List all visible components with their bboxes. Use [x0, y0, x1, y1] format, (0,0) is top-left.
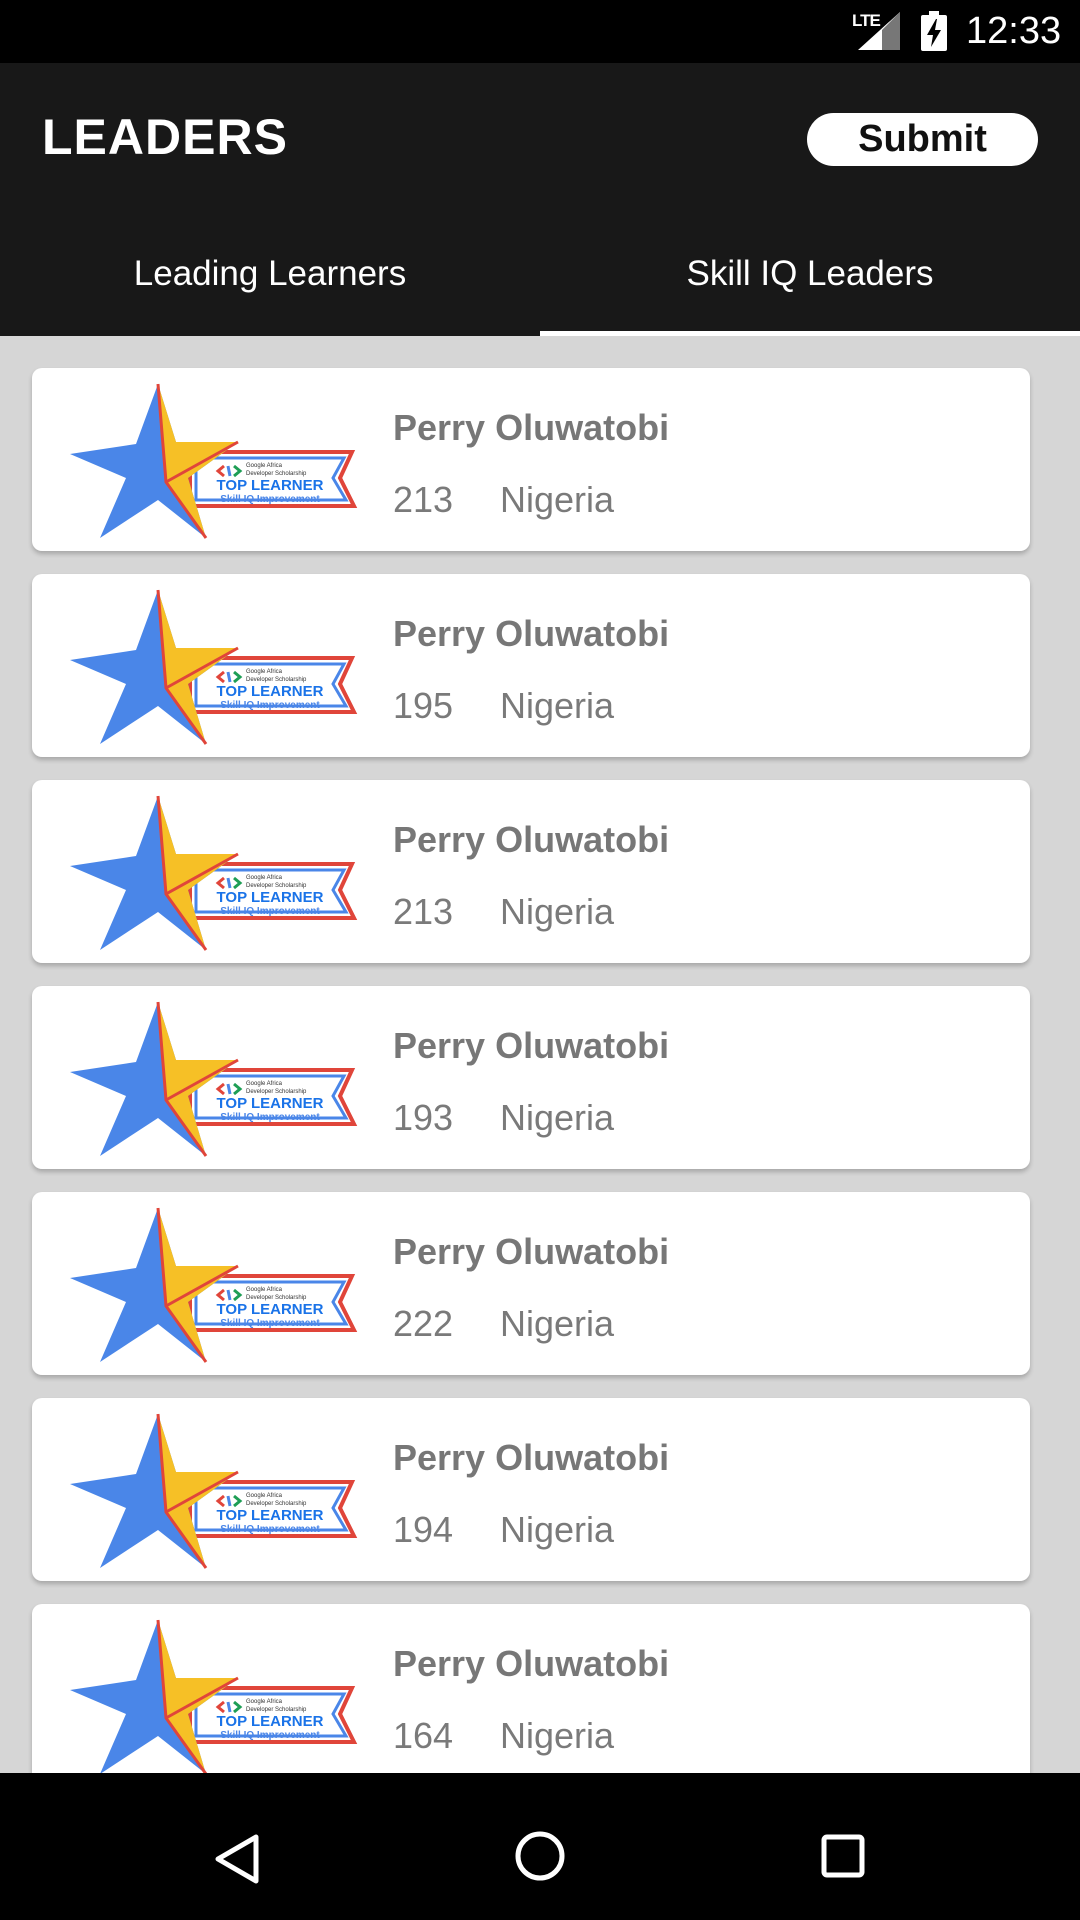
top-learner-badge-icon: Google Africa Developer Scholarship TOP …: [70, 383, 358, 539]
svg-text:Google Africa: Google Africa: [246, 1081, 283, 1087]
svg-text:Google Africa: Google Africa: [246, 875, 283, 881]
submit-button[interactable]: Submit: [807, 113, 1038, 166]
recents-icon[interactable]: [821, 1834, 865, 1878]
top-learner-badge-icon: Google Africa Developer Scholarship TOP …: [70, 1001, 358, 1157]
page-title: LEADERS: [42, 109, 288, 165]
svg-text:Skill IQ Improvement: Skill IQ Improvement: [220, 1112, 320, 1123]
svg-text:TOP LEARNER: TOP LEARNER: [217, 1507, 324, 1524]
list-item[interactable]: Google Africa Developer Scholarship TOP …: [32, 780, 1030, 963]
list-item[interactable]: Google Africa Developer Scholarship TOP …: [32, 574, 1030, 757]
list-item[interactable]: Google Africa Developer Scholarship TOP …: [32, 368, 1030, 551]
status-bar: LTE 12:33: [0, 0, 1080, 63]
svg-text:TOP LEARNER: TOP LEARNER: [217, 1095, 324, 1112]
leader-score: 164: [393, 1715, 454, 1756]
leader-score: 213: [393, 479, 454, 520]
leader-name: Perry Oluwatobi: [393, 407, 670, 448]
list-item[interactable]: Google Africa Developer Scholarship TOP …: [32, 1192, 1030, 1375]
svg-text:Google Africa: Google Africa: [246, 1493, 283, 1499]
svg-text:TOP LEARNER: TOP LEARNER: [217, 683, 324, 700]
leader-score: 194: [393, 1509, 454, 1550]
app-bar: LEADERS Submit: [0, 63, 1080, 209]
top-learner-badge-icon: Google Africa Developer Scholarship TOP …: [70, 1413, 358, 1569]
svg-text:Google Africa: Google Africa: [246, 463, 283, 469]
list-item[interactable]: Google Africa Developer Scholarship TOP …: [32, 1398, 1030, 1581]
signal-icon: [858, 12, 900, 50]
leader-score: 222: [393, 1303, 454, 1344]
leader-score: 193: [393, 1097, 454, 1138]
svg-text:Google Africa: Google Africa: [246, 669, 283, 675]
svg-text:TOP LEARNER: TOP LEARNER: [217, 1301, 324, 1318]
leader-name: Perry Oluwatobi: [393, 1643, 670, 1684]
tab-leading-learners[interactable]: Leading Learners: [0, 209, 540, 336]
leader-country: Nigeria: [500, 1303, 615, 1344]
top-learner-badge-icon: Google Africa Developer Scholarship TOP …: [70, 795, 358, 951]
leader-name: Perry Oluwatobi: [393, 1025, 670, 1066]
leader-name: Perry Oluwatobi: [393, 613, 670, 654]
svg-text:Google Africa: Google Africa: [246, 1287, 283, 1293]
top-learner-badge-icon: Google Africa Developer Scholarship TOP …: [70, 589, 358, 745]
leader-country: Nigeria: [500, 479, 615, 520]
leader-score: 195: [393, 685, 454, 726]
svg-text:Skill IQ Improvement: Skill IQ Improvement: [220, 1730, 320, 1741]
leader-country: Nigeria: [500, 1097, 615, 1138]
back-icon[interactable]: [214, 1834, 260, 1884]
tab-bar: Leading Learners Skill IQ Leaders: [0, 209, 1080, 336]
list-item[interactable]: Google Africa Developer Scholarship TOP …: [32, 986, 1030, 1169]
leader-name: Perry Oluwatobi: [393, 1231, 670, 1272]
top-learner-badge-icon: Google Africa Developer Scholarship TOP …: [70, 1619, 358, 1773]
battery-charging-icon: [921, 11, 947, 51]
svg-text:Skill IQ Improvement: Skill IQ Improvement: [220, 1524, 320, 1535]
navigation-bar: [0, 1794, 1080, 1920]
list-item[interactable]: Google Africa Developer Scholarship TOP …: [32, 1604, 1030, 1773]
svg-text:Skill IQ Improvement: Skill IQ Improvement: [220, 906, 320, 917]
svg-text:Skill IQ Improvement: Skill IQ Improvement: [220, 700, 320, 711]
leader-list[interactable]: Google Africa Developer Scholarship TOP …: [0, 336, 1080, 1773]
clock: 12:33: [966, 10, 1062, 52]
svg-text:Google Africa: Google Africa: [246, 1699, 283, 1705]
svg-text:TOP LEARNER: TOP LEARNER: [217, 477, 324, 494]
leader-score: 213: [393, 891, 454, 932]
leader-name: Perry Oluwatobi: [393, 1437, 670, 1478]
top-learner-badge-icon: Google Africa Developer Scholarship TOP …: [70, 1207, 358, 1363]
svg-text:Skill IQ Improvement: Skill IQ Improvement: [220, 494, 320, 505]
tab-skill-iq-leaders[interactable]: Skill IQ Leaders: [540, 209, 1080, 336]
home-icon[interactable]: [514, 1830, 566, 1882]
leader-country: Nigeria: [500, 891, 615, 932]
svg-text:TOP LEARNER: TOP LEARNER: [217, 889, 324, 906]
leader-country: Nigeria: [500, 685, 615, 726]
svg-text:Skill IQ Improvement: Skill IQ Improvement: [220, 1318, 320, 1329]
leader-country: Nigeria: [500, 1509, 615, 1550]
leader-name: Perry Oluwatobi: [393, 819, 670, 860]
svg-text:TOP LEARNER: TOP LEARNER: [217, 1713, 324, 1730]
leader-country: Nigeria: [500, 1715, 615, 1756]
